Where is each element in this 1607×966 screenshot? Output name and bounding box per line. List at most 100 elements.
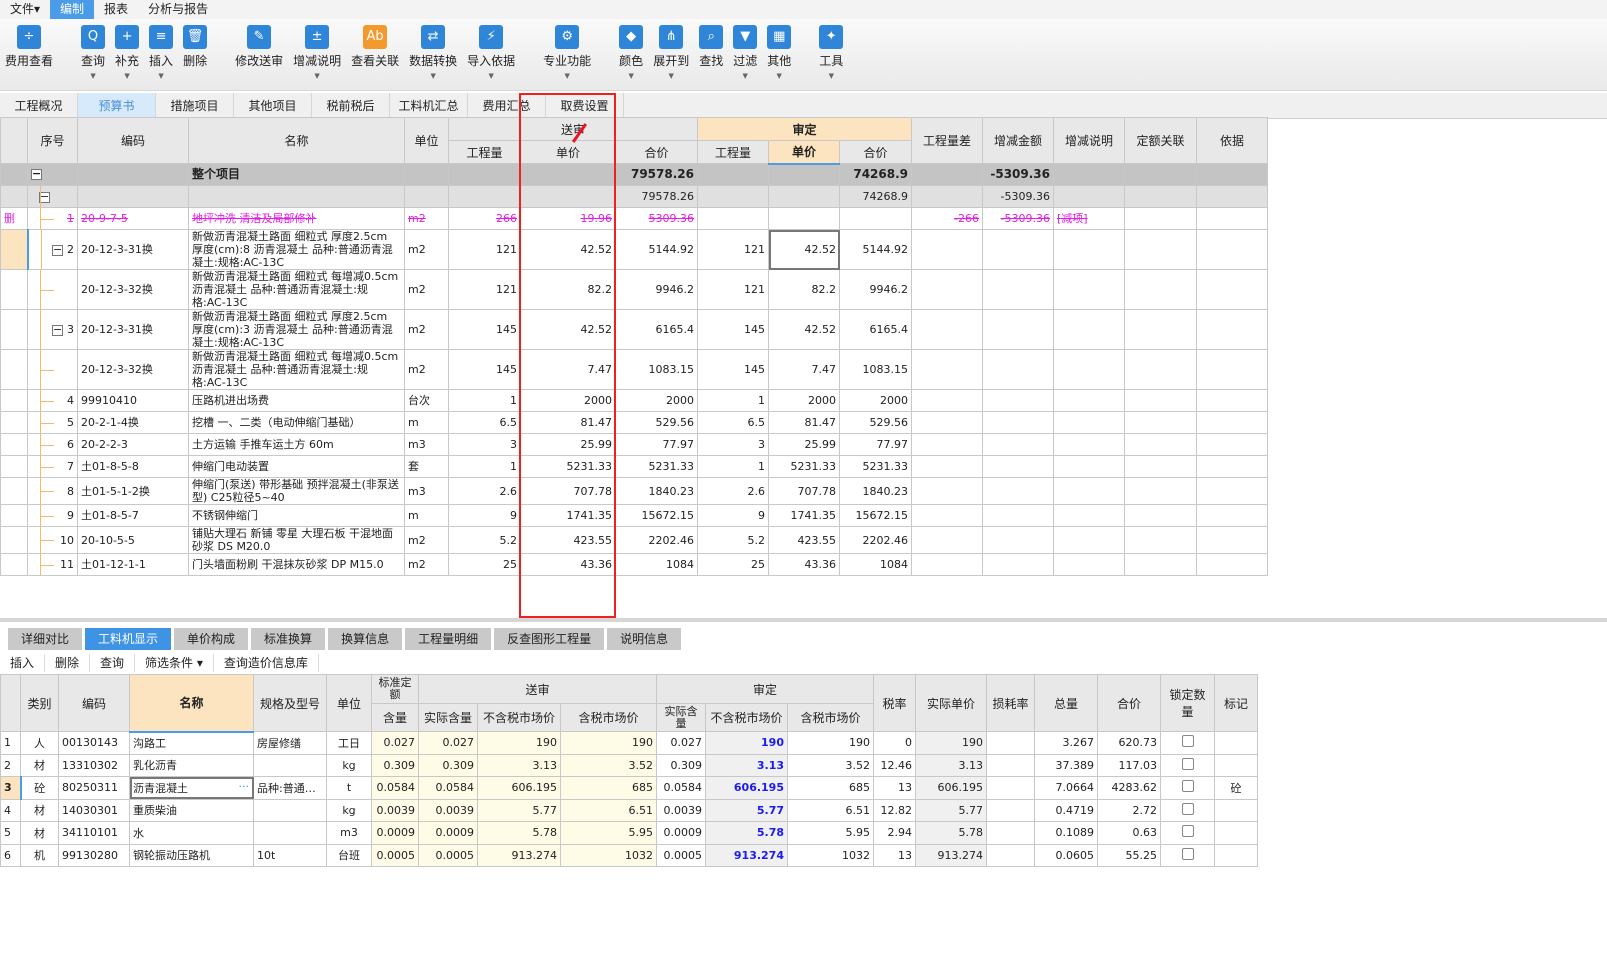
header-approved-total[interactable]: 合价 — [839, 140, 912, 164]
collapse-toggle-icon[interactable]: − — [31, 168, 42, 180]
total-qty-cell[interactable]: 3.267 — [1034, 731, 1098, 755]
approved-total-cell[interactable] — [839, 207, 912, 230]
table-row[interactable]: 5 20-2-1-4换 挖槽 一、二类（电动伸缩门基础） m 6.5 81.47 529.5… — [0, 411, 1268, 434]
qty-diff-cell[interactable] — [911, 455, 983, 478]
lock-qty-cell[interactable] — [1160, 798, 1215, 822]
name-cell[interactable]: 沥青混凝土 ··· — [129, 776, 254, 800]
approved-qty-cell[interactable]: 2.6 — [697, 477, 769, 505]
amount-diff-cell[interactable] — [982, 526, 1054, 554]
table-row[interactable]: 5 材 34110101 水 m3 0.0009 0.0009 5.78 5.95 0.0009 5… — [0, 821, 1258, 845]
amount-diff-cell[interactable] — [982, 455, 1054, 478]
qty-diff-cell[interactable]: -266 — [911, 207, 983, 230]
notax-price-cell[interactable]: 5.77 — [477, 798, 561, 822]
lock-qty-cell[interactable] — [1160, 843, 1215, 867]
table-row[interactable]: −2 20-12-3-31换 新做沥青混凝土路面 细粒式 厚度2.5cm 厚度(cm… — [0, 229, 1268, 270]
seq-cell[interactable]: 5 — [27, 411, 78, 434]
ribbon-button-expand-to[interactable]: ⋔ 展开到 ▼ — [653, 25, 689, 80]
notax-price-cell[interactable]: 3.13 — [477, 753, 561, 777]
submit-qty-cell[interactable]: 9 — [448, 504, 521, 527]
loss-rate-cell[interactable] — [986, 843, 1035, 867]
basis-cell[interactable] — [1196, 163, 1268, 186]
header-notax-price[interactable]: 不含税市场价 — [477, 703, 561, 732]
chevron-down-icon[interactable]: ▼ — [158, 72, 163, 80]
unit-cell[interactable]: m3 — [326, 821, 372, 845]
menu-1[interactable]: 编制 — [50, 0, 95, 19]
approved-total-cell[interactable]: 9946.2 — [839, 269, 912, 310]
qty-diff-cell[interactable] — [911, 229, 983, 270]
chevron-down-icon[interactable]: ▼ — [564, 72, 569, 80]
code-cell[interactable]: 20-2-1-4换 — [77, 411, 189, 434]
row-marker[interactable]: 删 — [0, 207, 28, 230]
approved-tax-price-cell[interactable]: 190 — [787, 731, 874, 755]
tab-5[interactable]: 工料机汇总 — [390, 93, 468, 118]
amount-diff-cell[interactable]: -5309.36 — [982, 185, 1054, 208]
change-note-cell[interactable] — [1053, 309, 1125, 350]
unit-cell[interactable]: m2 — [404, 309, 449, 350]
actual-content-cell[interactable]: 0.0039 — [418, 798, 478, 822]
code-cell[interactable]: 20-12-3-31换 — [77, 309, 189, 350]
actual-price-cell[interactable]: 606.195 — [915, 776, 987, 800]
table-row[interactable]: 7 土01-8-5-8 伸缩门电动装置套 1 5231.33 5231.33 1 5231.3… — [0, 455, 1268, 478]
approved-actual-content-cell[interactable]: 0.0584 — [656, 776, 706, 800]
submit-qty-cell[interactable]: 266 — [448, 207, 521, 230]
basis-cell[interactable] — [1196, 185, 1268, 208]
name-cell[interactable]: 新做沥青混凝土路面 细粒式 厚度2.5cm 厚度(cm):8 沥青混凝土 品种:… — [188, 229, 405, 270]
amount-diff-cell[interactable]: -5309.36 — [982, 163, 1054, 186]
header-approved-notax-price[interactable]: 不含税市场价 — [705, 703, 788, 732]
header-content[interactable]: 含量 — [371, 703, 419, 732]
loss-rate-cell[interactable] — [986, 753, 1035, 777]
spec-cell[interactable] — [253, 753, 327, 777]
table-row[interactable]: 8 土01-5-1-2换 伸缩门(泵送) 带形基础 预拌混凝土(非泵送型) C25粒… — [0, 477, 1268, 505]
unit-cell[interactable] — [404, 185, 449, 208]
basis-cell[interactable] — [1196, 389, 1268, 412]
approved-qty-cell[interactable]: 25 — [697, 553, 769, 576]
chevron-down-icon[interactable]: ▼ — [628, 72, 633, 80]
unit-cell[interactable]: kg — [326, 753, 372, 777]
actual-price-cell[interactable]: 3.13 — [915, 753, 987, 777]
submit-total-cell[interactable]: 5309.36 — [615, 207, 698, 230]
actual-price-cell[interactable]: 5.78 — [915, 821, 987, 845]
header-mark[interactable]: 标记 — [1214, 674, 1258, 732]
name-cell[interactable]: 压路机进出场费 — [188, 389, 405, 412]
qty-diff-cell[interactable] — [911, 163, 983, 186]
unit-cell[interactable]: m3 — [404, 477, 449, 505]
qty-diff-cell[interactable] — [911, 504, 983, 527]
seq-cell[interactable]: 6 — [27, 433, 78, 456]
submit-qty-cell[interactable]: 1 — [448, 389, 521, 412]
loss-rate-cell[interactable] — [986, 776, 1035, 800]
spec-cell[interactable] — [253, 798, 327, 822]
detail-tab-4[interactable]: 换算信息 — [328, 628, 403, 650]
chevron-down-icon[interactable]: ▼ — [488, 72, 493, 80]
table-row[interactable]: 9 土01-8-5-7 不锈钢伸缩门 m 9 1741.35 15672.15 9 1741.3… — [0, 504, 1268, 527]
basis-cell[interactable] — [1196, 455, 1268, 478]
tax-price-cell[interactable]: 685 — [560, 776, 657, 800]
change-note-cell[interactable] — [1053, 455, 1125, 478]
qty-diff-cell[interactable] — [911, 477, 983, 505]
detail-toolbar-button-2[interactable]: 查询 — [90, 654, 136, 672]
submit-price-cell[interactable] — [520, 185, 616, 208]
code-cell[interactable]: 土01-12-1-1 — [77, 553, 189, 576]
submit-qty-cell[interactable]: 5.2 — [448, 526, 521, 554]
more-options-icon[interactable]: ··· — [239, 780, 250, 793]
basis-cell[interactable] — [1196, 477, 1268, 505]
approved-price-cell[interactable] — [768, 185, 840, 208]
seq-cell[interactable]: 10 — [27, 526, 78, 554]
approved-qty-cell[interactable]: 121 — [697, 269, 769, 310]
submit-price-cell[interactable]: 423.55 — [520, 526, 616, 554]
header-submit-price[interactable]: 单价 — [520, 140, 616, 164]
total-qty-cell[interactable]: 0.0605 — [1034, 843, 1098, 867]
quota-relation-cell[interactable] — [1124, 207, 1197, 230]
change-note-cell[interactable] — [1053, 433, 1125, 456]
approved-actual-content-cell[interactable]: 0.0009 — [656, 821, 706, 845]
category-cell[interactable]: 人 — [20, 731, 59, 755]
basis-cell[interactable] — [1196, 433, 1268, 456]
approved-total-cell[interactable]: 2000 — [839, 389, 912, 412]
submit-price-cell[interactable]: 81.47 — [520, 411, 616, 434]
tax-price-cell[interactable]: 190 — [560, 731, 657, 755]
approved-price-cell[interactable] — [768, 207, 840, 230]
submit-total-cell[interactable]: 77.97 — [615, 433, 698, 456]
code-cell[interactable] — [77, 185, 189, 208]
content-cell[interactable]: 0.309 — [371, 753, 419, 777]
header-tax-rate[interactable]: 税率 — [873, 674, 916, 732]
ribbon-button-supplement[interactable]: + 补充 ▼ — [115, 25, 139, 80]
